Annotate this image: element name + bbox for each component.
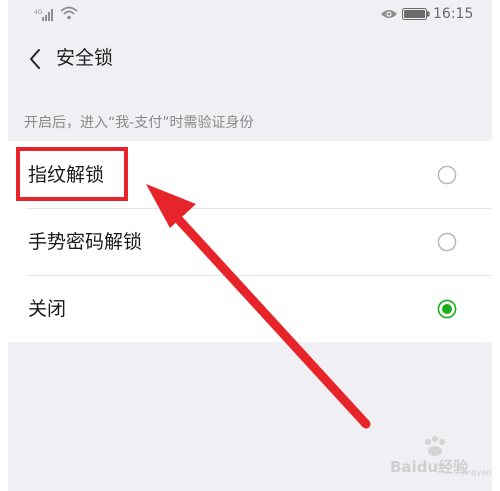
radio-selected-icon[interactable]	[437, 299, 457, 319]
watermark-brand: Baidu经验	[390, 458, 469, 476]
paw-logo-icon	[425, 436, 445, 456]
option-label: 关闭	[28, 297, 67, 320]
lock-options-list: 指纹解锁 手势密码解锁 关闭	[8, 141, 492, 342]
wifi-icon	[60, 6, 78, 20]
eye-icon	[381, 10, 397, 18]
option-label: 指纹解锁	[28, 163, 105, 186]
radio-unselected-icon[interactable]	[437, 232, 457, 252]
option-label: 手势密码解锁	[28, 230, 143, 253]
signal-icon: 4G	[34, 9, 53, 21]
page-title: 安全锁	[56, 47, 114, 69]
back-button[interactable]	[20, 44, 50, 74]
section-hint: 开启后，进入“我-支付”时需验证身份	[24, 115, 254, 131]
option-gesture-unlock[interactable]: 手势密码解锁	[8, 208, 492, 275]
phone-screen: 4G 16:15 安全锁 开启后，进入“我-支付”时需验证身份 指纹解锁 手势密…	[8, 0, 492, 491]
nav-bar: 安全锁	[8, 30, 492, 86]
chevron-left-icon	[30, 49, 40, 69]
option-fingerprint-unlock[interactable]: 指纹解锁	[8, 141, 492, 208]
option-off[interactable]: 关闭	[8, 275, 492, 342]
battery-icon	[402, 8, 430, 20]
svg-text:4G: 4G	[34, 9, 43, 16]
radio-unselected-icon[interactable]	[437, 165, 457, 185]
status-bar: 4G 16:15	[8, 0, 492, 30]
status-time: 16:15	[433, 6, 474, 22]
watermark-url: jingyan.baidu.com	[462, 468, 492, 477]
watermark: Baidu经验 jingyan.baidu.com	[390, 436, 492, 482]
